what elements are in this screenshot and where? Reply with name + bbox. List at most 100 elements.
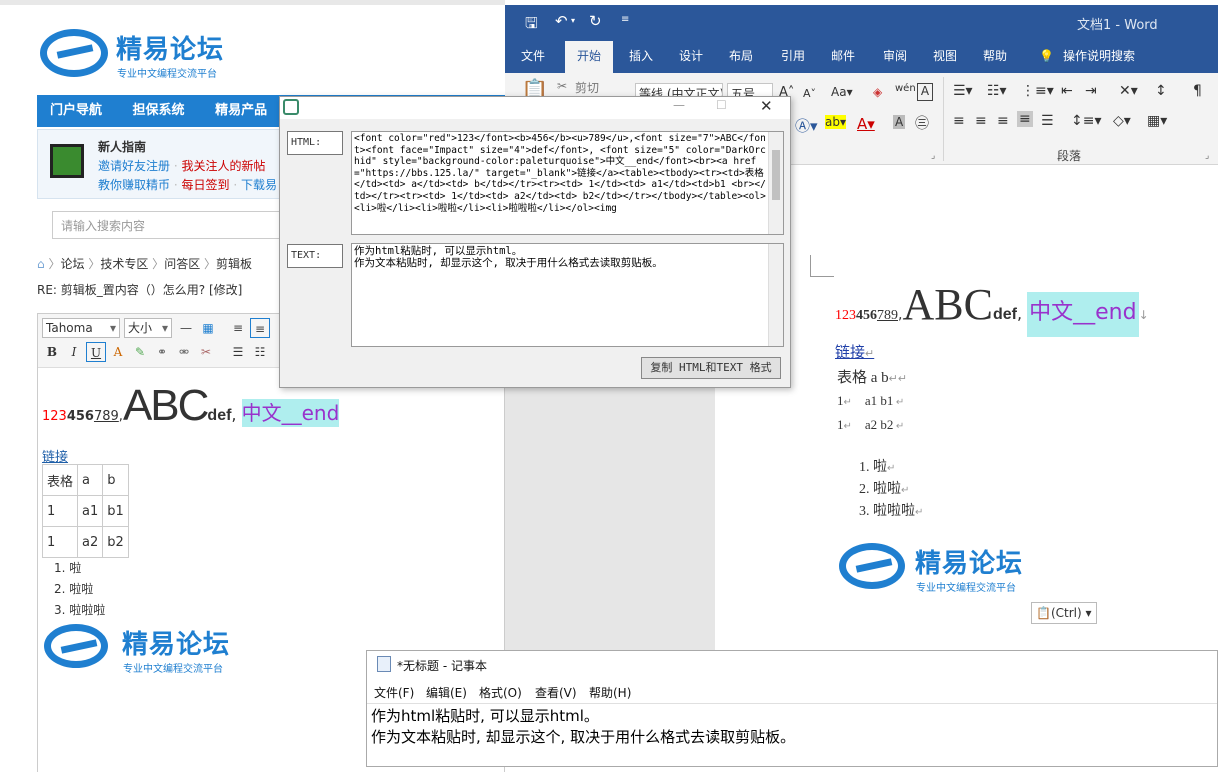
tab-mailings[interactable]: 邮件 (831, 41, 855, 71)
app-icon (283, 99, 299, 115)
text-effects-icon[interactable]: Ⓐ▾ (795, 115, 818, 136)
size-select[interactable]: 大小 ▾ (124, 318, 172, 338)
align-left-icon[interactable]: ≡ (228, 318, 248, 338)
highlight-icon[interactable]: ✎ (130, 342, 150, 362)
menu-edit[interactable]: 编辑(E) (426, 684, 467, 701)
cut-icon[interactable]: ✂ (557, 79, 567, 93)
cut-button[interactable]: 剪切 (575, 79, 599, 96)
asian-layout-icon[interactable]: ✕▾ (1119, 83, 1138, 99)
hr-icon[interactable]: — (176, 318, 196, 338)
distributed-icon[interactable]: ☰ (1041, 113, 1054, 129)
enclose-char-icon[interactable]: ㊂ (915, 113, 929, 133)
paragraph-group-launcher-icon[interactable]: ⌟ (1205, 151, 1209, 161)
tab-references[interactable]: 引用 (781, 41, 805, 71)
home-icon[interactable]: ⌂ (37, 257, 45, 271)
text-textarea[interactable]: 作为html粘贴时, 可以显示html。 作为文本粘贴时, 却显示这个, 取决于… (351, 243, 784, 347)
shrink-font-icon[interactable]: A˅ (803, 87, 816, 100)
notepad-text-area[interactable]: 作为html粘贴时, 可以显示html。 作为文本粘贴时, 却显示这个, 取决于… (367, 703, 1217, 767)
align-center-icon[interactable]: ≡ (975, 113, 987, 129)
paste-options-button[interactable]: 📋(Ctrl) ▾ (1031, 602, 1097, 624)
char-shading-icon[interactable]: A (893, 115, 906, 129)
maximize-icon[interactable]: ☐ (716, 98, 727, 112)
shading-icon[interactable]: ◇▾ (1113, 113, 1131, 129)
multilevel-list-icon[interactable]: ⋮≡▾ (1021, 83, 1054, 99)
text-scrollbar[interactable] (768, 244, 783, 346)
margin-corner-mark (810, 255, 834, 277)
line-spacing-icon[interactable]: ↕≡▾ (1071, 113, 1102, 129)
ordered-list-icon[interactable]: ☰ (228, 342, 248, 362)
clear-formatting-icon[interactable]: ◈ (873, 85, 882, 99)
redo-icon[interactable]: ↻ (589, 12, 602, 30)
link-invite[interactable]: 邀请好友注册 (98, 159, 170, 173)
link-following-posts[interactable]: 我关注人的新帖 (181, 159, 265, 173)
link-download[interactable]: 下载易 (241, 178, 277, 192)
copy-html-text-button[interactable]: 复制 HTML和TEXT 格式 (641, 357, 781, 379)
justify-icon[interactable]: ≡ (1017, 111, 1033, 127)
font-color-icon[interactable]: A (108, 342, 128, 362)
tab-insert[interactable]: 插入 (629, 41, 653, 71)
borders-icon[interactable]: ▦▾ (1147, 113, 1167, 129)
html-textarea[interactable]: <font color="red">123</font><b>456</b><u… (351, 131, 784, 235)
minimize-icon[interactable]: — (673, 98, 685, 112)
crumb-tech[interactable]: 技术专区 (100, 257, 148, 271)
tab-help[interactable]: 帮助 (983, 41, 1007, 71)
paste-icon: 📋 (1036, 606, 1051, 620)
tab-layout[interactable]: 布局 (729, 41, 753, 71)
nav-guarantee[interactable]: 担保系统 (120, 95, 198, 127)
bold-icon[interactable]: B (42, 342, 62, 362)
phonetic-guide-icon[interactable]: wén (895, 83, 916, 94)
link-earn-coins[interactable]: 教你赚取精币 (98, 178, 170, 192)
align-right-icon[interactable]: ≡ (997, 113, 1009, 129)
tab-review[interactable]: 审阅 (883, 41, 907, 71)
content-link[interactable]: 链接 (42, 446, 68, 465)
unordered-list-icon[interactable]: ☷ (250, 342, 270, 362)
clear-format-icon[interactable]: ✂ (196, 342, 216, 362)
italic-icon[interactable]: I (64, 342, 84, 362)
html-scrollbar[interactable] (768, 132, 783, 234)
decrease-indent-icon[interactable]: ⇤ (1061, 83, 1073, 99)
bullets-icon[interactable]: ☰▾ (953, 83, 973, 99)
undo-icon[interactable]: ↶ (555, 12, 568, 30)
unlink-icon[interactable]: ⚮ (174, 342, 194, 362)
link-daily-checkin[interactable]: 每日签到 (181, 178, 229, 192)
underline-icon[interactable]: U (86, 342, 106, 362)
menu-help[interactable]: 帮助(H) (589, 684, 631, 701)
notepad-line: 作为html粘贴时, 可以显示html。 (371, 707, 599, 725)
sort-icon[interactable]: ↕ (1155, 83, 1167, 99)
crumb-forum[interactable]: 论坛 (60, 257, 84, 271)
doc-link[interactable]: 链接↵ (835, 341, 874, 362)
increase-indent-icon[interactable]: ⇥ (1085, 83, 1097, 99)
numbering-icon[interactable]: ☷▾ (987, 83, 1007, 99)
save-icon[interactable]: 🖫 (525, 13, 538, 38)
align-center-icon[interactable]: ≡ (250, 318, 270, 338)
change-case-icon[interactable]: Aa▾ (831, 85, 853, 99)
list-item: 3. 啦啦啦 (54, 603, 106, 617)
undo-dropdown-icon[interactable]: ▾ (571, 16, 575, 25)
tab-file[interactable]: 文件 (521, 41, 545, 71)
tab-view[interactable]: 视图 (933, 41, 957, 71)
font-select[interactable]: Tahoma ▾ (42, 318, 120, 338)
forum-logo[interactable]: 精易论坛 专业中文编程交流平台 (40, 25, 240, 85)
close-icon[interactable]: ✕ (760, 97, 773, 115)
tell-me-search[interactable]: 操作说明搜索 (1063, 41, 1135, 71)
tab-home[interactable]: 开始 (565, 41, 613, 73)
font-group-launcher-icon[interactable]: ⌟ (931, 151, 935, 161)
char-border-icon[interactable]: A (917, 83, 933, 101)
font-color-icon[interactable]: A▾ (857, 115, 875, 133)
menu-file[interactable]: 文件(F) (374, 684, 414, 701)
crumb-qa[interactable]: 问答区 (164, 257, 200, 271)
align-left-icon[interactable]: ≡ (953, 113, 965, 129)
crumb-clipboard[interactable]: 剪辑板 (216, 257, 252, 271)
qat-customize-icon[interactable]: ≡ (621, 14, 629, 25)
lightbulb-icon[interactable]: 💡 (1039, 41, 1054, 71)
link-icon[interactable]: ⚭ (152, 342, 172, 362)
highlight-color-icon[interactable]: ab▾ (825, 115, 846, 129)
list-item: 1. 啦↵ (859, 460, 896, 475)
nav-portal[interactable]: 门户导航 (37, 95, 115, 127)
tab-design[interactable]: 设计 (679, 41, 703, 71)
menu-format[interactable]: 格式(O) (479, 684, 522, 701)
menu-view[interactable]: 查看(V) (535, 684, 577, 701)
nav-products[interactable]: 精易产品 (202, 95, 280, 127)
show-marks-icon[interactable]: ¶ (1193, 83, 1202, 99)
table-icon[interactable]: ▦ (198, 318, 218, 338)
